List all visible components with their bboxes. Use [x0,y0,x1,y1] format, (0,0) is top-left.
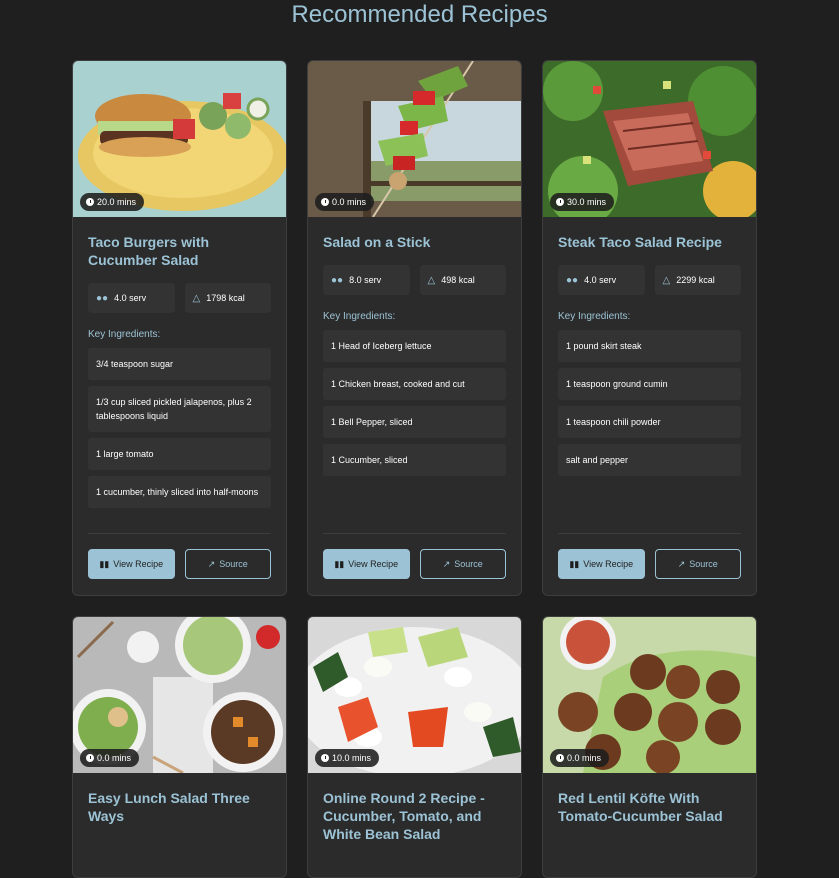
recipe-title: Easy Lunch Salad Three Ways [88,790,250,824]
fire-icon: △ [427,274,436,286]
recipe-image[interactable]: 20.0 mins [73,61,286,217]
recipe-image[interactable]: 30.0 mins [543,61,756,217]
fire-icon: △ [192,292,201,304]
ingredient-item: salt and pepper [558,444,741,476]
users-icon: ●● [96,292,109,304]
ingredient-item: 1 Bell Pepper, sliced [323,406,506,438]
external-link-icon: ↗ [207,558,216,569]
fire-icon: △ [662,274,671,286]
servings-stat: ●● 8.0 serv [323,265,410,295]
time-text: 0.0 mins [97,753,132,763]
ingredient-item: 1 Chicken breast, cooked and cut [323,368,506,400]
recipe-title: Red Lentil Köfte With Tomato-Cucumber Sa… [558,790,723,824]
recipe-card: 30.0 mins Steak Taco Salad Recipe ●● 4.0… [542,60,757,596]
calories-stat: △ 2299 kcal [654,265,741,295]
source-button[interactable]: ↗ Source [184,549,271,579]
ingredients-heading: Key Ingredients: [558,311,631,322]
servings-stat: ●● 4.0 serv [558,265,645,295]
ingredient-item: 1/3 cup sliced pickled jalapenos, plus 2… [88,386,271,432]
time-badge: 20.0 mins [80,193,145,211]
calories-value: 2299 kcal [676,275,715,285]
ingredient-item: 1 cucumber, thinly sliced into half-moon… [88,476,271,508]
ingredient-item: 3/4 teaspoon sugar [88,348,271,380]
view-recipe-label: View Recipe [583,559,634,569]
servings-value: 8.0 serv [349,275,382,285]
recipe-image[interactable]: 0.0 mins [308,61,521,217]
recipe-title: Steak Taco Salad Recipe [558,234,722,250]
source-button[interactable]: ↗ Source [419,549,506,579]
recipe-card: 0.0 mins Red Lentil Köfte With Tomato-Cu… [542,616,757,878]
recipe-title: Salad on a Stick [323,234,431,250]
recipe-grid: 20.0 mins Taco Burgers with Cucumber Sal… [72,60,757,878]
recipe-card: 20.0 mins Taco Burgers with Cucumber Sal… [72,60,287,596]
recipe-card: 10.0 mins Online Round 2 Recipe - Cucumb… [307,616,522,878]
clock-icon [321,754,329,762]
servings-stat: ●● 4.0 serv [88,283,175,313]
clock-icon [86,198,94,206]
ingredient-item: 1 large tomato [88,438,271,470]
time-text: 0.0 mins [332,197,367,207]
view-recipe-label: View Recipe [113,559,164,569]
users-icon: ●● [566,274,579,286]
view-recipe-button[interactable]: ▮▮ View Recipe [558,549,645,579]
time-text: 30.0 mins [567,197,607,207]
book-open-icon: ▮▮ [569,558,580,569]
recipe-title: Taco Burgers with Cucumber Salad [88,234,210,268]
recipe-card: 0.0 mins Salad on a Stick ●● 8.0 serv △ … [307,60,522,596]
ingredient-item: 1 pound skirt steak [558,330,741,362]
book-open-icon: ▮▮ [334,558,345,569]
calories-stat: △ 498 kcal [419,265,506,295]
source-label: Source [219,559,248,569]
page-title: Recommended Recipes [291,1,548,28]
users-icon: ●● [331,274,344,286]
ingredient-item: 1 teaspoon chili powder [558,406,741,438]
calories-value: 498 kcal [441,275,475,285]
time-text: 10.0 mins [332,753,372,763]
recipe-card: 0.0 mins Easy Lunch Salad Three Ways [72,616,287,878]
time-text: 20.0 mins [97,197,137,207]
source-button[interactable]: ↗ Source [654,549,741,579]
time-badge: 30.0 mins [550,193,615,211]
view-recipe-button[interactable]: ▮▮ View Recipe [323,549,410,579]
clock-icon [321,198,329,206]
source-label: Source [454,559,483,569]
time-text: 0.0 mins [567,753,602,763]
recipe-image[interactable]: 10.0 mins [308,617,521,773]
recipe-title: Online Round 2 Recipe - Cucumber, Tomato… [323,790,485,842]
servings-value: 4.0 serv [584,275,617,285]
ingredient-item: 1 Head of Iceberg lettuce [323,330,506,362]
recipe-image[interactable]: 0.0 mins [73,617,286,773]
recipe-image[interactable]: 0.0 mins [543,617,756,773]
time-badge: 0.0 mins [80,749,140,767]
clock-icon [86,754,94,762]
servings-value: 4.0 serv [114,293,147,303]
view-recipe-label: View Recipe [348,559,399,569]
ingredient-item: 1 teaspoon ground cumin [558,368,741,400]
book-open-icon: ▮▮ [99,558,110,569]
external-link-icon: ↗ [677,558,686,569]
source-label: Source [689,559,718,569]
clock-icon [556,754,564,762]
time-badge: 10.0 mins [315,749,380,767]
time-badge: 0.0 mins [315,193,375,211]
calories-stat: △ 1798 kcal [184,283,271,313]
ingredients-heading: Key Ingredients: [88,329,161,340]
clock-icon [556,198,564,206]
ingredients-heading: Key Ingredients: [323,311,396,322]
external-link-icon: ↗ [442,558,451,569]
time-badge: 0.0 mins [550,749,610,767]
calories-value: 1798 kcal [206,293,245,303]
ingredient-item: 1 Cucumber, sliced [323,444,506,476]
view-recipe-button[interactable]: ▮▮ View Recipe [88,549,175,579]
